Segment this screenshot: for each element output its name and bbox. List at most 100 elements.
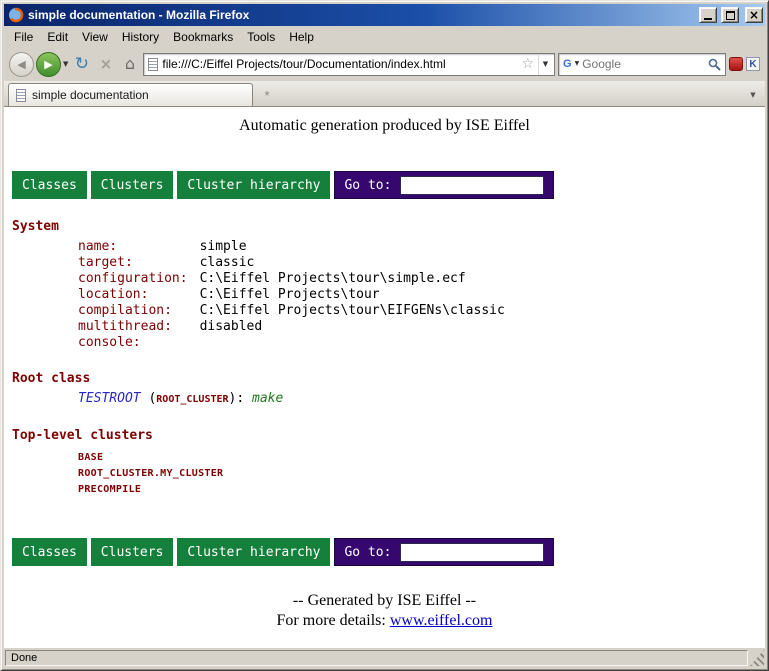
field-value: C:\Eiffel Projects\tour\EIFGENs\classic (200, 303, 505, 319)
table-row: location: C:\Eiffel Projects\tour (78, 287, 505, 303)
creation-feature-link[interactable]: make (252, 391, 283, 406)
field-label: target: (78, 255, 200, 271)
maximize-icon (726, 11, 735, 20)
table-row: configuration: C:\Eiffel Projects\tour\s… (78, 271, 505, 287)
field-label: location: (78, 287, 200, 303)
page-header: Automatic generation produced by ISE Eif… (4, 117, 765, 135)
back-button[interactable]: ◀ (9, 52, 34, 77)
table-row: console: (78, 335, 505, 351)
nav-button-classes-bottom[interactable]: Classes (12, 538, 87, 566)
system-heading: System (12, 219, 765, 234)
goto-label: Go to: (344, 178, 391, 193)
page-footer: -- Generated by ISE Eiffel -- For more d… (4, 592, 765, 630)
tab-simple-documentation[interactable]: simple documentation (8, 83, 253, 106)
cluster-link-base[interactable]: BASE (78, 450, 765, 466)
home-icon: ⌂ (125, 56, 135, 72)
menu-bar: File Edit View History Bookmarks Tools H… (4, 26, 765, 47)
footer-line1: -- Generated by ISE Eiffel -- (4, 592, 765, 610)
field-label: compilation: (78, 303, 200, 319)
url-dropdown-button[interactable]: ▼ (538, 54, 552, 75)
nav-button-clusters-bottom[interactable]: Clusters (91, 538, 174, 566)
tab-list-dropdown-button[interactable]: ▼ (745, 86, 761, 104)
addon-icon-k[interactable]: K (746, 57, 760, 71)
field-label: configuration: (78, 271, 200, 287)
search-go-button[interactable] (706, 58, 722, 71)
status-text: Done (11, 652, 37, 664)
addon-icon-red[interactable] (729, 57, 743, 71)
footer-line2: For more details: www.eiffel.com (4, 612, 765, 630)
forward-button[interactable]: ▶ (36, 52, 61, 77)
doc-navbar-top: Classes Clusters Cluster hierarchy Go to… (12, 171, 554, 199)
field-value: classic (200, 255, 505, 271)
bookmark-star-icon[interactable]: ☆ (521, 57, 534, 71)
browser-window: simple documentation - Mozilla Firefox ×… (0, 0, 769, 671)
url-input[interactable] (162, 54, 517, 75)
back-icon: ◀ (17, 59, 25, 70)
goto-box-bottom: Go to: (334, 538, 554, 566)
google-icon: G (563, 58, 572, 70)
home-button[interactable]: ⌂ (119, 53, 140, 76)
cluster-link-root-cluster-my-cluster[interactable]: ROOT_CLUSTER.MY_CLUSTER (78, 466, 765, 482)
goto-input-top[interactable] (400, 176, 544, 195)
firefox-icon (8, 7, 24, 23)
new-tab-button[interactable]: * (258, 86, 276, 104)
goto-input-bottom[interactable] (400, 543, 544, 562)
menu-tools[interactable]: Tools (240, 28, 282, 46)
field-value: C:\Eiffel Projects\tour (200, 287, 505, 303)
nav-button-clusters[interactable]: Clusters (91, 171, 174, 199)
reload-button[interactable]: ↻ (71, 53, 92, 76)
navigation-toolbar: ◀ ▶ ▼ ↻ × ⌂ ☆ ▼ G ▼ (4, 47, 765, 81)
table-row: name: simple (78, 239, 505, 255)
field-value: disabled (200, 319, 505, 335)
magnifier-icon (708, 58, 721, 71)
root-cluster-link[interactable]: ROOT_CLUSTER (156, 394, 228, 405)
nav-button-classes[interactable]: Classes (12, 171, 87, 199)
cluster-link-precompile[interactable]: PRECOMPILE (78, 482, 765, 498)
field-label: console: (78, 335, 200, 351)
search-engine-dropdown[interactable]: ▼ (575, 61, 580, 67)
nav-button-cluster-hierarchy[interactable]: Cluster hierarchy (177, 171, 330, 199)
menu-bookmarks[interactable]: Bookmarks (166, 28, 240, 46)
doc-navbar-bottom: Classes Clusters Cluster hierarchy Go to… (12, 538, 554, 566)
search-bar: G ▼ (558, 53, 726, 76)
minimize-icon (704, 18, 712, 20)
nav-button-cluster-hierarchy-bottom[interactable]: Cluster hierarchy (177, 538, 330, 566)
minimize-button[interactable] (699, 7, 717, 23)
eiffel-website-link[interactable]: www.eiffel.com (390, 612, 493, 629)
system-table: name: simple target: classic configurati… (78, 239, 505, 351)
maximize-button[interactable] (721, 7, 739, 23)
goto-label-bottom: Go to: (344, 545, 391, 560)
status-panel: Done (5, 650, 748, 666)
title-bar: simple documentation - Mozilla Firefox × (4, 4, 765, 26)
menu-help[interactable]: Help (282, 28, 321, 46)
table-row: multithread: disabled (78, 319, 505, 335)
stop-button[interactable]: × (95, 53, 116, 76)
stop-icon: × (100, 57, 113, 72)
forward-icon: ▶ (44, 59, 52, 70)
menu-edit[interactable]: Edit (40, 28, 75, 46)
field-value: simple (200, 239, 505, 255)
page-content: Automatic generation produced by ISE Eif… (4, 107, 765, 647)
root-class-link[interactable]: TESTROOT (78, 391, 141, 406)
forward-dropdown-button[interactable]: ▼ (63, 61, 68, 68)
url-bar: ☆ ▼ (143, 53, 555, 76)
status-bar: Done (4, 647, 765, 667)
menu-view[interactable]: View (75, 28, 115, 46)
resize-grip[interactable] (750, 650, 764, 666)
reload-icon: ↻ (75, 56, 89, 73)
field-value (200, 335, 505, 351)
menu-history[interactable]: History (115, 28, 166, 46)
root-class-sep2: ): (229, 391, 252, 406)
search-input[interactable] (582, 57, 703, 71)
field-label: multithread: (78, 319, 200, 335)
root-class-heading: Root class (12, 371, 765, 386)
menu-file[interactable]: File (7, 28, 40, 46)
window-title: simple documentation - Mozilla Firefox (28, 8, 695, 22)
tab-bar: simple documentation * ▼ (4, 81, 765, 107)
page-favicon-icon (148, 58, 158, 71)
field-value: C:\Eiffel Projects\tour\simple.ecf (200, 271, 505, 287)
clusters-heading: Top-level clusters (12, 428, 765, 443)
close-button[interactable]: × (745, 7, 763, 23)
tab-title: simple documentation (32, 88, 149, 102)
close-icon: × (749, 9, 759, 21)
